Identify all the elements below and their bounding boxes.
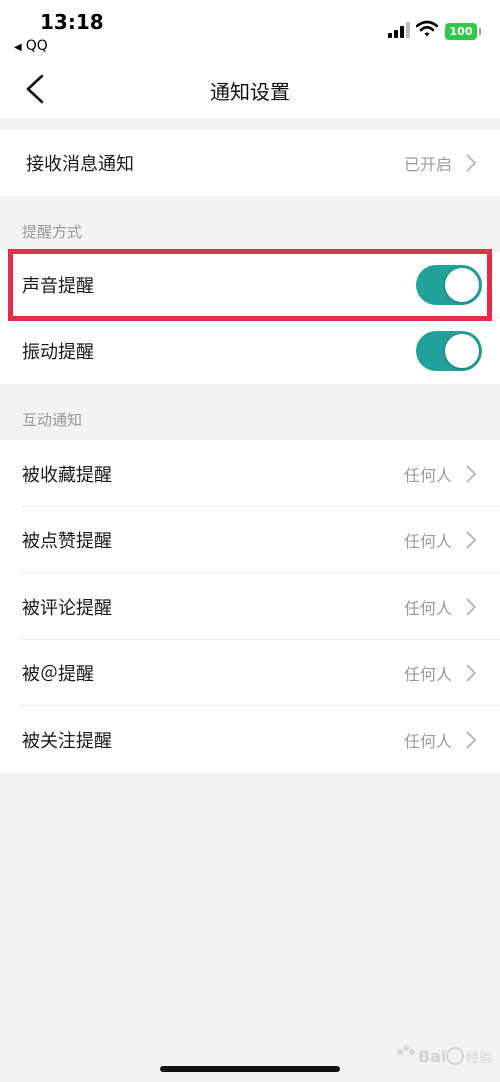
like-reminder-label: 被点赞提醒 [22, 531, 112, 552]
comment-reminder-value: 任何人 [403, 598, 452, 618]
chevron-right-icon [466, 531, 477, 549]
mention-reminder-row[interactable]: 被＠提醒 任何人 [0, 640, 500, 706]
follow-reminder-value: 任何人 [403, 731, 452, 751]
collect-reminder-row[interactable]: 被收藏提醒 任何人 [0, 440, 500, 507]
baidu-jingyan-watermark: Bai 经验 [397, 1045, 492, 1066]
mention-reminder-value: 任何人 [403, 665, 452, 684]
highlight-box [8, 249, 492, 321]
back-triangle-icon: ◀ [14, 42, 22, 53]
toggle-knob [445, 334, 479, 368]
back-app-label: QQ [25, 38, 48, 54]
vibration-reminder-row: 振动提醒 [0, 318, 500, 384]
nav-bar: 通知设置 [0, 60, 500, 118]
battery-icon: 100 [445, 23, 481, 40]
follow-reminder-row[interactable]: 被关注提醒 任何人 [0, 706, 500, 773]
like-reminder-row[interactable]: 被点赞提醒 任何人 [0, 507, 500, 573]
follow-reminder-label: 被关注提醒 [22, 730, 112, 752]
page-title: 通知设置 [210, 80, 290, 104]
chevron-right-icon [466, 597, 477, 616]
like-reminder-value: 任何人 [403, 532, 452, 551]
receive-notification-label: 接收消息通知 [26, 154, 134, 175]
vibration-reminder-toggle[interactable] [416, 331, 482, 371]
chevron-right-icon [466, 464, 477, 483]
reminder-section-title: 提醒方式 [22, 223, 83, 241]
cellular-signal-icon [388, 22, 410, 38]
chevron-right-icon [466, 730, 477, 749]
comment-reminder-row[interactable]: 被评论提醒 任何人 [0, 573, 500, 640]
receive-notification-value: 已开启 [403, 155, 452, 174]
status-time: 13:18 [40, 10, 104, 34]
status-bar: 13:18 ◀ QQ 100 [0, 0, 500, 60]
collect-reminder-value: 任何人 [403, 465, 452, 485]
mention-reminder-label: 被＠提醒 [22, 664, 94, 685]
interaction-section-title: 互动通知 [22, 411, 83, 429]
comment-reminder-label: 被评论提醒 [22, 597, 112, 619]
chevron-right-icon [466, 154, 477, 172]
home-indicator[interactable] [160, 1066, 340, 1072]
chevron-right-icon [466, 664, 477, 682]
wifi-icon [416, 20, 438, 37]
vibration-reminder-label: 振动提醒 [22, 342, 94, 363]
collect-reminder-label: 被收藏提醒 [22, 464, 112, 486]
svg-text:经验: 经验 [466, 1050, 492, 1066]
receive-notification-row[interactable]: 接收消息通知 已开启 [0, 130, 500, 196]
back-to-app-link[interactable]: ◀ QQ [14, 38, 48, 54]
svg-text:Bai: Bai [418, 1047, 446, 1066]
